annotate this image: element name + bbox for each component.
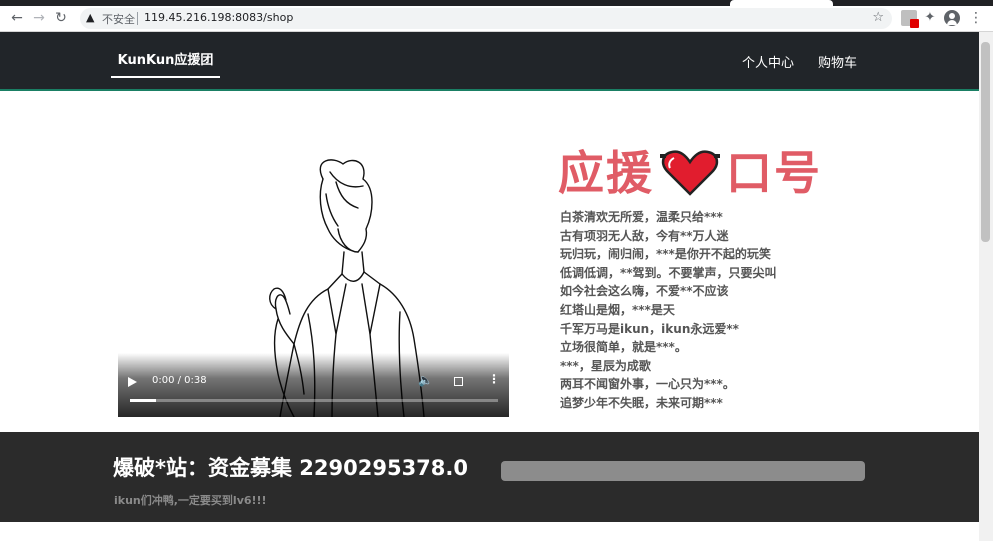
slogan-line: 如今社会这么嗨，不爱**不应该	[560, 284, 729, 299]
puzzle-icon[interactable]: ✦	[922, 10, 938, 26]
slogan-title: 应援 口号	[558, 144, 822, 202]
slogan-line: 白茶清欢无所爱，温柔只给***	[560, 210, 723, 224]
fundraising-subtitle: ikun们冲鸭,一定要买到lv6!!!	[114, 494, 267, 507]
video-controls: 0:00 / 0:38 🔈 ⋮	[118, 353, 509, 417]
slogan-title-left: 应援	[558, 146, 654, 200]
more-options-icon[interactable]: ⋮	[488, 372, 500, 386]
slogan-line: 红塔山是烟，***是天	[560, 302, 675, 317]
fullscreen-icon[interactable]	[454, 377, 463, 386]
nav-link-cart[interactable]: 购物车	[818, 52, 857, 71]
slogan-line: ***，星辰为成歌	[560, 358, 651, 373]
slogan-title-right: 口号	[726, 146, 822, 200]
fundraising-title: 爆破*站：资金募集 2290295378.0	[113, 456, 468, 480]
star-icon[interactable]: ☆	[872, 10, 884, 25]
slogan-line: 低调低调，**驾到。不要掌声，只要尖叫	[560, 265, 777, 280]
back-icon[interactable]: ←	[8, 9, 26, 27]
extension-icon[interactable]	[901, 10, 919, 28]
profile-icon[interactable]	[944, 10, 960, 26]
forward-icon[interactable]: →	[30, 9, 48, 27]
video-time: 0:00 / 0:38	[152, 375, 207, 386]
security-label: 不安全	[102, 13, 135, 26]
page-scrollbar[interactable]	[979, 32, 993, 541]
menu-icon[interactable]: ⋮	[968, 10, 984, 26]
slogan-line: 古有项羽无人敌，今有**万人迷	[560, 228, 729, 243]
slogan-line: 追梦少年不失眠，未来可期***	[560, 395, 723, 410]
address-separator	[137, 12, 138, 25]
slogan-lines: 白茶清欢无所爱，温柔只给*** 古有项羽无人敌，今有**万人迷 玩归玩，闹归闹，…	[560, 208, 820, 413]
nav-link-profile[interactable]: 个人中心	[742, 52, 794, 71]
slogan-line: 玩归玩，闹归闹，***是你开不起的玩笑	[560, 247, 771, 262]
video-progress-fill	[130, 399, 156, 402]
volume-icon[interactable]: 🔈	[418, 373, 433, 387]
warning-icon: ▲	[86, 11, 95, 24]
video-progress-track[interactable]	[130, 399, 498, 402]
url-text[interactable]: 119.45.216.198:8083/shop	[144, 11, 293, 24]
extension-badge	[910, 19, 919, 28]
fundraising-progress-fill	[501, 461, 865, 481]
page-viewport: KunKun应援团 个人中心 购物车 0:00 / 0:38 🔈 ⋮ 应援 口号…	[0, 32, 979, 541]
reload-icon[interactable]: ↻	[52, 9, 70, 27]
slogan-line: 两耳不闻窗外事，一心只为***。	[560, 377, 735, 392]
heart-icon	[660, 150, 720, 196]
slogan-line: 立场很简单，就是***。	[560, 340, 687, 355]
video-player[interactable]: 0:00 / 0:38 🔈 ⋮	[118, 134, 509, 417]
play-icon[interactable]	[128, 377, 137, 387]
brand-link[interactable]: KunKun应援团	[111, 46, 220, 78]
browser-toolbar: ← → ↻ ▲ 不安全 119.45.216.198:8083/shop ☆ ✦…	[0, 6, 993, 32]
fundraising-section: 爆破*站：资金募集 2290295378.0 ikun们冲鸭,一定要买到lv6!…	[0, 432, 979, 522]
scrollbar-thumb[interactable]	[981, 42, 990, 242]
slogan-line: 千军万马是ikun，ikun永远爱**	[560, 321, 739, 336]
fundraising-progress-bar	[501, 461, 865, 481]
address-bar[interactable]: ▲ 不安全 119.45.216.198:8083/shop ☆	[80, 8, 892, 29]
site-navbar: KunKun应援团 个人中心 购物车	[0, 32, 979, 91]
